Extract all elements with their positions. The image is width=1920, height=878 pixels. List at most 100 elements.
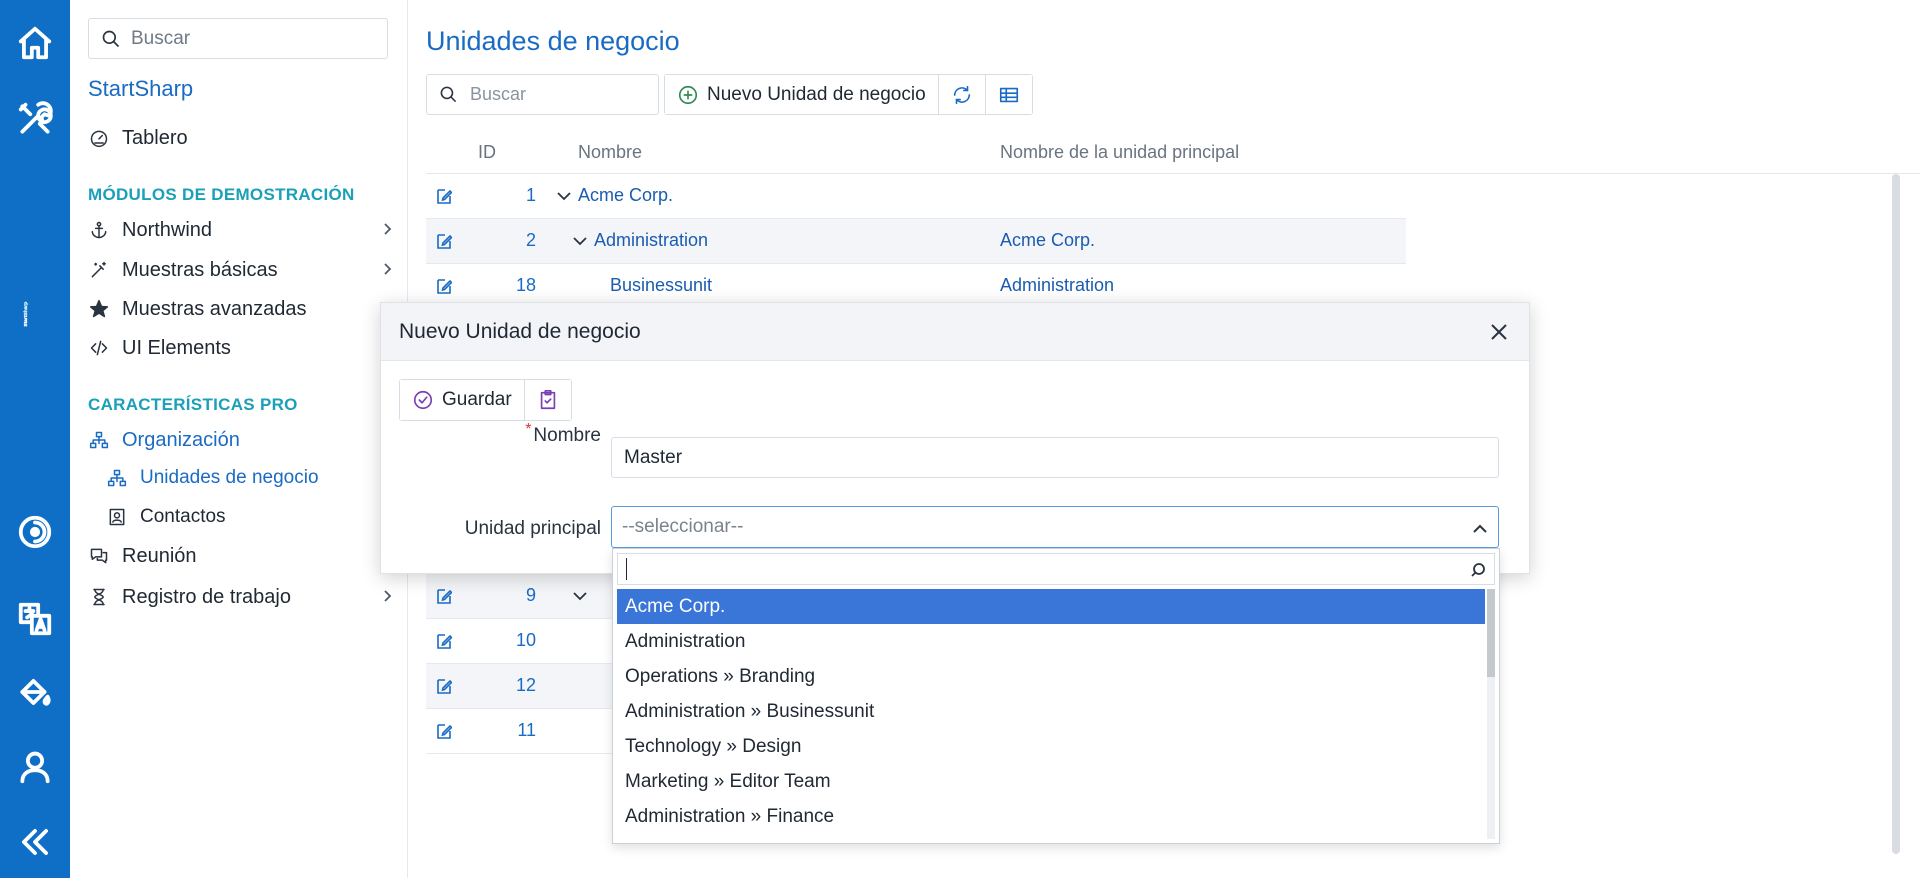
dropdown-search-input[interactable] bbox=[617, 553, 1495, 585]
edit-row-icon[interactable] bbox=[436, 187, 453, 205]
dropdown-option[interactable]: Administration » Businessunit bbox=[617, 694, 1485, 729]
tools-icon[interactable] bbox=[0, 92, 70, 146]
grid-header: ID Nombre Nombre de la unidad principal bbox=[426, 134, 1920, 174]
edit-row-icon[interactable] bbox=[436, 232, 453, 250]
dropdown-option[interactable]: Administration bbox=[617, 624, 1485, 659]
chevron-right-icon bbox=[380, 222, 394, 236]
column-picker-button[interactable] bbox=[985, 75, 1032, 114]
dropdown-scrollbar[interactable] bbox=[1487, 589, 1495, 839]
grid-scrollbar[interactable] bbox=[1892, 174, 1900, 854]
save-button[interactable]: Guardar bbox=[400, 380, 525, 420]
sidebar-item-label: Muestras avanzadas bbox=[122, 297, 307, 320]
expand-toggle-icon[interactable] bbox=[556, 189, 572, 203]
sidebar-item-basic-samples[interactable]: Muestras básicas bbox=[88, 255, 398, 285]
gauge-icon bbox=[88, 127, 110, 149]
cell-id: 11 bbox=[517, 720, 536, 740]
name-field[interactable] bbox=[611, 437, 1499, 478]
startsharp-logo: StartSharp bbox=[23, 302, 29, 327]
search-icon bbox=[102, 30, 120, 47]
chat-bubbles-icon bbox=[88, 545, 110, 567]
column-header-id[interactable]: ID bbox=[478, 142, 496, 163]
dropdown-option[interactable]: Operations » Branding bbox=[617, 659, 1485, 694]
svg-text:StartSharp: StartSharp bbox=[23, 302, 29, 327]
name-field-label: * Nombre bbox=[525, 421, 601, 446]
cell-id: 2 bbox=[525, 230, 536, 250]
edit-row-icon[interactable] bbox=[436, 277, 453, 295]
sidebar-item-contacts[interactable]: Contactos bbox=[106, 502, 398, 532]
save-button-label: Guardar bbox=[442, 389, 512, 410]
cell-id: 1 bbox=[525, 185, 536, 205]
new-business-unit-button[interactable]: Nuevo Unidad de negocio bbox=[665, 75, 939, 114]
dropdown-option[interactable]: Technology » Design bbox=[617, 729, 1485, 764]
sidebar-item-label: Contactos bbox=[140, 506, 226, 527]
grid-search[interactable] bbox=[426, 74, 659, 115]
edit-row-icon[interactable] bbox=[436, 722, 453, 740]
clipboard-check-icon bbox=[540, 390, 555, 410]
required-asterisk: * bbox=[525, 421, 532, 438]
plus-circle-icon bbox=[678, 85, 698, 104]
sidebar-item-label: Registro de trabajo bbox=[122, 585, 291, 608]
column-header-parent[interactable]: Nombre de la unidad principal bbox=[1000, 142, 1239, 163]
refresh-icon bbox=[953, 85, 970, 104]
page-title: Unidades de negocio bbox=[426, 26, 680, 56]
sidebar-search[interactable] bbox=[88, 18, 388, 59]
sidebar-item-label: Reunión bbox=[122, 544, 197, 567]
sidebar-item-worklog[interactable]: Registro de trabajo bbox=[88, 582, 398, 612]
expand-toggle-icon[interactable] bbox=[572, 589, 588, 603]
sidebar-item-advanced-samples[interactable]: Muestras avanzadas bbox=[88, 294, 398, 324]
sidebar-item-ui-elements[interactable]: UI Elements bbox=[88, 333, 398, 363]
cell-name[interactable]: Acme Corp. bbox=[578, 185, 673, 206]
sidebar-item-label: Unidades de negocio bbox=[140, 467, 319, 488]
sidebar-item-business-units[interactable]: Unidades de negocio bbox=[106, 463, 398, 493]
cell-parent-name[interactable]: Acme Corp. bbox=[1000, 230, 1095, 251]
star-icon bbox=[88, 298, 110, 320]
table-icon bbox=[999, 87, 1018, 102]
parent-unit-select[interactable]: --seleccionar-- bbox=[611, 506, 1499, 548]
cell-parent-name[interactable]: Administration bbox=[1000, 275, 1114, 296]
search-icon bbox=[1470, 562, 1486, 578]
sidebar-item-label: UI Elements bbox=[122, 336, 231, 359]
parent-unit-placeholder: --seleccionar-- bbox=[622, 516, 744, 537]
check-circle-icon bbox=[413, 390, 433, 410]
sidebar-item-meeting[interactable]: Reunión bbox=[88, 541, 398, 571]
grid-search-input[interactable] bbox=[470, 84, 640, 105]
dropdown-option[interactable]: Administration » Finance bbox=[617, 799, 1485, 834]
apply-changes-button[interactable] bbox=[524, 380, 571, 420]
org-chart-icon bbox=[106, 467, 128, 489]
close-icon[interactable] bbox=[1487, 320, 1511, 344]
edit-row-icon[interactable] bbox=[436, 587, 453, 605]
edit-row-icon[interactable] bbox=[436, 677, 453, 695]
sidebar-item-northwind[interactable]: Northwind bbox=[88, 215, 398, 245]
cell-id: 10 bbox=[515, 630, 536, 650]
translate-icon[interactable] bbox=[0, 592, 70, 646]
expand-toggle-icon[interactable] bbox=[572, 234, 588, 248]
sidebar-search-input[interactable] bbox=[131, 27, 371, 50]
text-cursor bbox=[626, 558, 627, 580]
edit-row-icon[interactable] bbox=[436, 632, 453, 650]
sidebar-item-dashboard[interactable]: Tablero bbox=[88, 123, 398, 153]
startsharp-swirl-icon bbox=[0, 505, 70, 559]
refresh-button[interactable] bbox=[938, 75, 986, 114]
hourglass-icon bbox=[88, 586, 110, 608]
sidebar-brand[interactable]: StartSharp bbox=[88, 76, 193, 102]
section-demo-modules: MÓDULOS DE DEMOSTRACIÓN bbox=[88, 185, 355, 204]
home-icon[interactable] bbox=[0, 16, 70, 70]
user-icon[interactable] bbox=[0, 740, 70, 794]
table-row[interactable]: 1 Acme Corp. bbox=[426, 174, 1406, 219]
dropdown-option[interactable]: Acme Corp. bbox=[617, 589, 1485, 624]
dropdown-option[interactable]: Marketing » Editor Team bbox=[617, 764, 1485, 799]
new-button-label: Nuevo Unidad de negocio bbox=[707, 83, 926, 105]
dropdown-scroll-thumb[interactable] bbox=[1487, 589, 1495, 677]
chevron-right-icon bbox=[380, 589, 394, 603]
sidebar-item-organization[interactable]: Organización bbox=[88, 425, 398, 455]
table-row[interactable]: 2 Administration Acme Corp. bbox=[426, 219, 1406, 264]
new-business-unit-dialog: Nuevo Unidad de negocio Guardar * Nombre … bbox=[380, 302, 1530, 574]
collapse-icon[interactable] bbox=[0, 815, 70, 869]
cell-name[interactable]: Administration bbox=[594, 230, 708, 251]
search-icon bbox=[440, 86, 457, 103]
parent-unit-dropdown: Acme Corp. Administration Operations » B… bbox=[612, 548, 1500, 844]
chevron-up-icon bbox=[1472, 520, 1488, 534]
paint-bucket-icon[interactable] bbox=[0, 665, 70, 719]
column-header-name[interactable]: Nombre bbox=[578, 142, 642, 163]
cell-name[interactable]: Businessunit bbox=[610, 275, 712, 296]
